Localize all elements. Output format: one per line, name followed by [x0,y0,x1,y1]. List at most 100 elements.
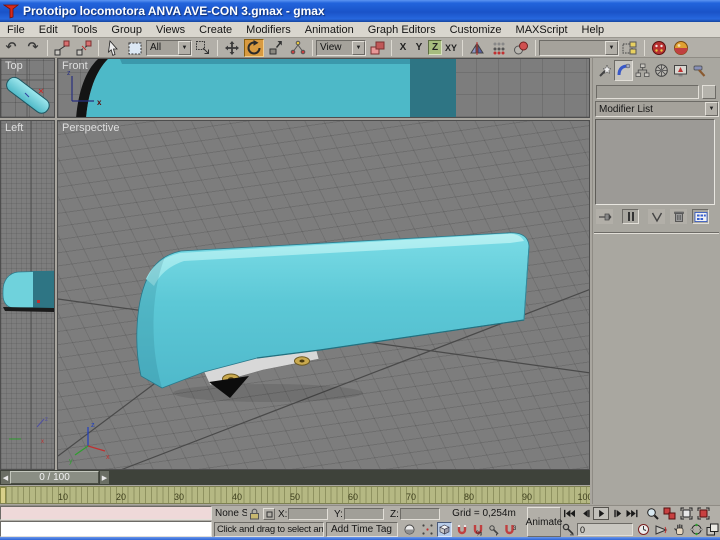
menu-group[interactable]: Group [104,23,149,37]
spinner-snap-icon[interactable] [486,523,501,536]
y-constraint-button[interactable]: Y [412,40,426,55]
viewport-top[interactable]: Top [0,58,55,118]
reference-coordinate-dropdown[interactable]: View ▼ [316,40,366,56]
title-bar[interactable]: Prototipo locomotora ANVA AVE-CON 3.gmax… [0,0,720,22]
tab-hierarchy[interactable] [633,60,652,81]
use-pivot-center-icon[interactable] [367,39,387,57]
viewport-perspective-label[interactable]: Perspective [62,122,119,134]
make-unique-button[interactable] [648,209,665,224]
snaps-toggle-icon[interactable]: 3 [502,523,517,536]
x-constraint-button[interactable]: X [396,40,410,55]
array-icon[interactable] [489,39,509,57]
degradation-override-icon[interactable] [402,523,417,536]
chevron-down-icon[interactable]: ▼ [178,41,191,55]
zoom-extents-all-button[interactable] [696,507,711,520]
named-selection-dropdown[interactable]: ▼ [539,40,619,56]
viewport-left[interactable]: Left zx [0,120,55,470]
arc-rotate-icon[interactable] [689,523,704,536]
pin-stack-button[interactable] [596,209,613,224]
track-bar-frame-marker[interactable] [0,487,6,504]
viewport-top-label[interactable]: Top [5,60,23,72]
z-coordinate-input[interactable] [401,511,439,521]
field-of-view-icon[interactable] [653,523,669,536]
remove-modifier-button[interactable] [670,209,687,224]
track-bar[interactable]: 10 20 30 40 50 60 70 80 90 100 [0,486,590,504]
previous-frame-button[interactable] [578,507,591,520]
menu-tools[interactable]: Tools [65,23,105,37]
select-and-scale-icon[interactable] [266,39,286,57]
angle-snap-icon[interactable] [454,523,469,536]
tab-create[interactable] [595,60,614,81]
menu-create[interactable]: Create [192,23,239,37]
time-slider-handle[interactable]: 0 / 100 [10,471,99,484]
viewport-left-label[interactable]: Left [5,122,23,134]
menu-views[interactable]: Views [149,23,192,37]
xy-plane-constraint-button[interactable]: XY [444,40,458,55]
select-and-link-icon[interactable] [52,39,72,57]
unlink-selection-icon[interactable] [74,39,94,57]
y-coordinate-field[interactable] [344,508,384,520]
tab-motion[interactable] [652,60,671,81]
viewport-front[interactable]: Front zx [57,58,590,118]
modifier-list-dropdown[interactable]: Modifier List ▼ [595,101,719,117]
menu-edit[interactable]: Edit [32,23,65,37]
tab-utilities[interactable] [690,60,709,81]
window-crossing-icon[interactable] [193,39,213,57]
undo-icon[interactable]: ↶ [1,39,21,57]
menu-help[interactable]: Help [575,23,612,37]
zoom-extents-button[interactable] [679,507,694,520]
snap-3d-toggle-icon[interactable] [437,522,452,537]
show-end-result-button[interactable] [622,209,639,224]
current-frame-field[interactable] [577,523,633,536]
maxscript-macro-recorder[interactable] [0,506,212,520]
maxscript-mini-listener[interactable] [0,521,212,537]
menu-animation[interactable]: Animation [298,23,361,37]
zoom-all-button[interactable] [662,507,677,520]
play-button[interactable] [593,507,609,520]
object-name-field[interactable] [596,85,699,99]
current-frame-input[interactable] [578,525,632,536]
chevron-down-icon[interactable]: ▼ [605,41,618,55]
menu-customize[interactable]: Customize [443,23,509,37]
material-editor-icon[interactable] [649,39,669,57]
tab-display[interactable] [671,60,690,81]
object-name-input[interactable] [597,87,698,99]
menu-graph-editors[interactable]: Graph Editors [361,23,443,37]
absolute-offset-toggle[interactable] [263,508,275,520]
add-time-tag[interactable]: Add Time Tag [326,522,398,537]
time-slider-right-arrow[interactable]: ▶ [100,471,109,484]
next-frame-button[interactable] [611,507,624,520]
select-object-icon[interactable] [103,39,123,57]
min-max-toggle-icon[interactable] [706,523,719,536]
track-view-icon[interactable] [620,39,640,57]
rectangular-selection-region-icon[interactable] [125,39,145,57]
tab-modify[interactable] [614,60,633,81]
percent-snap-icon[interactable]: % [470,523,485,536]
align-icon[interactable] [511,39,531,57]
select-and-manipulate-icon[interactable] [288,39,308,57]
object-color-swatch[interactable] [702,85,716,99]
viewport-front-label[interactable]: Front [62,60,88,72]
menu-maxscript[interactable]: MAXScript [509,23,575,37]
x-coordinate-input[interactable] [289,511,327,521]
set-key-icon[interactable] [562,523,575,536]
go-to-end-button[interactable] [625,507,639,520]
select-and-rotate-icon[interactable] [244,39,264,57]
menu-file[interactable]: File [0,23,32,37]
time-slider-left-arrow[interactable]: ◀ [1,471,10,484]
x-coordinate-field[interactable] [288,508,328,520]
menu-modifiers[interactable]: Modifiers [239,23,298,37]
z-coordinate-field[interactable] [400,508,440,520]
chevron-down-icon[interactable]: ▼ [352,41,365,55]
chevron-down-icon[interactable]: ▼ [705,102,718,116]
selection-brackets-icon[interactable] [420,523,435,536]
redo-icon[interactable]: ↷ [23,39,43,57]
viewport-perspective[interactable]: Perspective [57,120,590,470]
configure-modifier-sets-button[interactable] [692,209,709,224]
render-scene-icon[interactable] [671,39,691,57]
go-to-start-button[interactable] [563,507,576,520]
selection-filter-dropdown[interactable]: All ▼ [146,40,192,56]
modifier-stack-list[interactable] [595,119,715,205]
y-coordinate-input[interactable] [345,511,383,521]
z-constraint-button[interactable]: Z [428,40,442,55]
